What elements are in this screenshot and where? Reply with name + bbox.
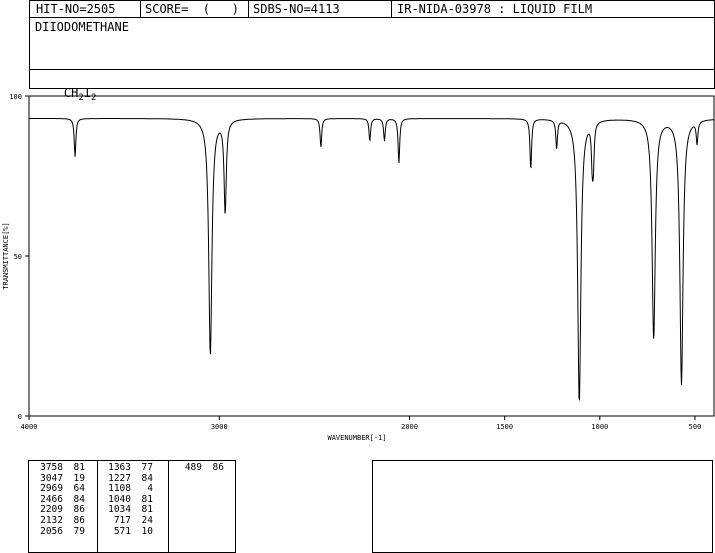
table-divider bbox=[168, 461, 169, 552]
blank-panel bbox=[372, 460, 713, 553]
peak-row: 2056 79 bbox=[33, 525, 91, 538]
peak-wavenumber: 489 bbox=[184, 462, 202, 473]
plot-frame bbox=[28, 95, 715, 417]
peak-row: 2132 86 bbox=[33, 514, 91, 527]
x-tick-label: 3000 bbox=[211, 423, 228, 431]
peak-row: 489 86 bbox=[172, 462, 225, 474]
peak-column: 1363 77 1227 84 1108 4 1040 81 1034 81 717 24 571 10 bbox=[101, 461, 161, 552]
peak-transmittance: 86 bbox=[73, 514, 85, 526]
peak-wavenumber: 1363 bbox=[108, 462, 131, 473]
y-tick-label: 0 bbox=[18, 413, 22, 421]
peak-transmittance: 24 bbox=[141, 514, 153, 526]
x-tick-label: 2000 bbox=[401, 423, 418, 431]
peak-column: 3758 81 3047 19 2969 64 2466 84 2209 86 2132 86 2056… bbox=[33, 461, 91, 552]
peak-row: 3758 81 bbox=[33, 462, 91, 474]
peak-wavenumber: 2132 bbox=[40, 514, 63, 526]
peak-row: 1363 77 bbox=[101, 462, 161, 474]
peak-wavenumber: 717 bbox=[113, 514, 131, 526]
peak-wavenumber: 2056 bbox=[40, 525, 63, 537]
spectrum-line bbox=[29, 118, 714, 401]
x-tick-label: 1500 bbox=[496, 423, 513, 431]
x-tick-label: 4000 bbox=[21, 423, 38, 431]
peak-transmittance: 10 bbox=[141, 525, 153, 537]
peak-transmittance: 79 bbox=[73, 525, 85, 537]
peak-column: 489 86 bbox=[172, 461, 225, 552]
x-tick-label: 1000 bbox=[591, 423, 608, 431]
peak-transmittance: 81 bbox=[73, 462, 85, 473]
y-axis-label: TRANSMITTANCE[%] bbox=[2, 222, 10, 289]
peak-wavenumber: 571 bbox=[113, 525, 131, 537]
peak-row: 571 10 bbox=[101, 525, 161, 538]
peak-wavenumber: 3758 bbox=[40, 462, 63, 473]
x-tick-label: 500 bbox=[689, 423, 702, 431]
peak-transmittance: 86 bbox=[212, 462, 224, 473]
ir-spectrum-chart: 4000 3000 2000 1500 1000 500 0 50 100 TRANSMITTA… bbox=[2, 93, 715, 442]
peak-transmittance: 77 bbox=[141, 462, 153, 473]
x-axis-label: WAVENUMBER[-1] bbox=[327, 434, 386, 442]
peak-row: 717 24 bbox=[101, 514, 161, 527]
y-tick-label: 100 bbox=[9, 93, 22, 101]
y-tick-label: 50 bbox=[14, 253, 22, 261]
table-divider bbox=[97, 461, 98, 552]
peak-table: 3758 81 3047 19 2969 64 2466 84 2209 86 2132 86 2056… bbox=[28, 460, 236, 553]
